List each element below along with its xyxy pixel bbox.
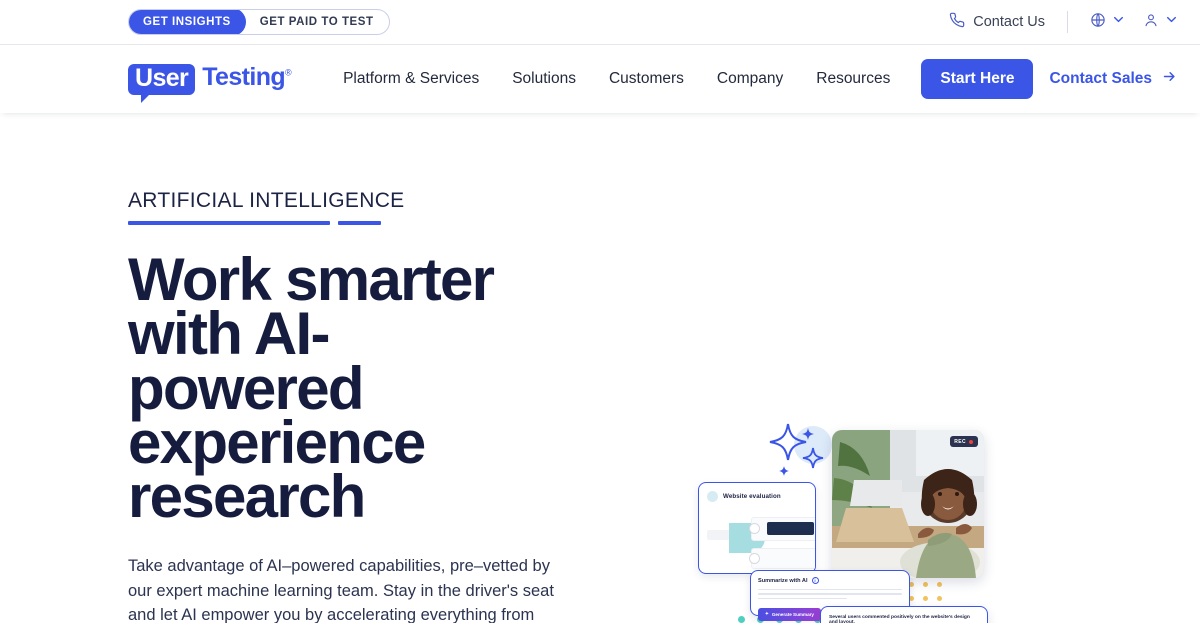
nav-item-solutions[interactable]: Solutions: [512, 70, 576, 88]
phone-icon: [949, 12, 965, 32]
main-navigation: User Testing® Platform & Services Soluti…: [0, 45, 1200, 113]
audience-toggle[interactable]: GET INSIGHTS GET PAID TO TEST: [128, 9, 390, 35]
generate-summary-button[interactable]: ✦ Generate Summary: [758, 607, 821, 621]
nav-item-resources[interactable]: Resources: [816, 70, 890, 88]
logo-trademark: ®: [285, 67, 292, 78]
arrow-right-icon: [1161, 69, 1178, 89]
sparkle-decoration: [768, 418, 834, 490]
toggle-get-paid-to-test[interactable]: GET PAID TO TEST: [245, 10, 389, 34]
website-evaluation-card[interactable]: Website evaluation: [698, 482, 816, 574]
flow-node-icon: [749, 553, 760, 564]
flow-highlight-bar: [767, 522, 814, 535]
account-menu[interactable]: [1129, 12, 1182, 33]
logo-mark: User: [128, 63, 196, 103]
start-here-button[interactable]: Start Here: [921, 59, 1034, 99]
underline-segment-long: [128, 221, 330, 225]
eval-card-title: Website evaluation: [723, 493, 781, 500]
contact-us-label: Contact Us: [973, 14, 1045, 30]
logo-wordmark: Testing®: [202, 62, 292, 91]
hero-copy: ARTIFICIAL INTELLIGENCE Work smarter wit…: [128, 189, 598, 623]
chevron-down-icon: [1165, 13, 1178, 31]
eval-card-diagram: [707, 512, 815, 573]
hero-eyebrow: ARTIFICIAL INTELLIGENCE: [128, 189, 405, 212]
insights-results-card[interactable]: Several users commented positively on th…: [820, 606, 988, 623]
contact-sales-link[interactable]: Contact Sales: [1049, 69, 1182, 89]
utility-bar: GET INSIGHTS GET PAID TO TEST Contact Us: [0, 0, 1200, 45]
flow-node-icon: [749, 523, 760, 534]
nav-cta-group: Start Here Contact Sales: [921, 59, 1182, 99]
summarize-placeholder-lines: [758, 589, 902, 600]
generate-summary-label: Generate Summary: [771, 611, 814, 617]
summarize-title: Summarize with AI: [758, 577, 808, 584]
hero-body-text: Take advantage of AI–powered capabilitie…: [128, 557, 554, 623]
language-selector[interactable]: [1068, 12, 1129, 33]
sparkle-icon: ✦: [765, 611, 769, 617]
contact-sales-label: Contact Sales: [1049, 70, 1152, 87]
hero-headline: Work smarter with AI-powered experience …: [128, 246, 495, 531]
flow-panel-bottom: [751, 548, 815, 569]
hero-illustration: Website evaluation REC Summarize with AI…: [690, 408, 1020, 623]
utility-right-group: Contact Us: [949, 11, 1182, 33]
results-title: Several users commented positively on th…: [829, 615, 970, 623]
nav-links: Platform & Services Solutions Customers …: [343, 70, 890, 88]
underline-segment-short: [338, 221, 381, 225]
eval-card-header: Website evaluation: [707, 491, 807, 502]
info-icon[interactable]: i: [811, 577, 819, 584]
toggle-get-insights[interactable]: GET INSIGHTS: [128, 10, 246, 34]
globe-icon: [1090, 12, 1106, 33]
nav-item-customers[interactable]: Customers: [609, 70, 684, 88]
person-icon: [1143, 12, 1159, 33]
participant-video[interactable]: REC: [832, 430, 984, 578]
eyebrow-underline: [128, 221, 598, 225]
rec-label: REC: [954, 438, 966, 445]
nav-item-platform-services[interactable]: Platform & Services: [343, 70, 479, 88]
summarize-header: Summarize with AI i: [758, 577, 902, 584]
nav-item-company[interactable]: Company: [717, 70, 783, 88]
rec-indicator-dot: [969, 439, 973, 444]
chevron-down-icon: [1112, 13, 1125, 31]
contact-us-link[interactable]: Contact Us: [949, 12, 1067, 32]
usertesting-logo[interactable]: User Testing®: [128, 62, 292, 103]
hero-section: ARTIFICIAL INTELLIGENCE Work smarter wit…: [0, 113, 1200, 623]
eval-status-icon: [707, 491, 718, 502]
recording-badge: REC: [950, 436, 978, 447]
